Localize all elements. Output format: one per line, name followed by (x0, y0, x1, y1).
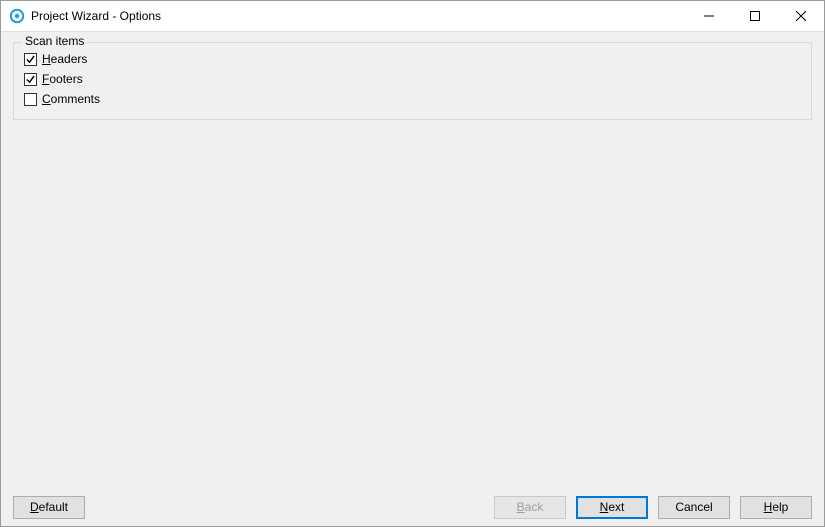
scan-items-legend: Scan items (22, 34, 87, 48)
footers-label: Footers (42, 72, 83, 86)
button-bar: Default Back Next Cancel Help (1, 488, 824, 526)
next-button[interactable]: Next (576, 496, 648, 519)
comments-checkbox[interactable] (24, 93, 37, 106)
maximize-button[interactable] (732, 1, 778, 31)
window-root: Project Wizard - Options Scan items (0, 0, 825, 527)
scan-items-group: Scan items Headers Footers (13, 42, 812, 120)
minimize-button[interactable] (686, 1, 732, 31)
footers-checkbox[interactable] (24, 73, 37, 86)
help-button[interactable]: Help (740, 496, 812, 519)
comments-label: Comments (42, 92, 100, 106)
headers-label: Headers (42, 52, 87, 66)
footers-checkbox-row[interactable]: Footers (24, 70, 100, 88)
close-button[interactable] (778, 1, 824, 31)
default-button[interactable]: Default (13, 496, 85, 519)
cancel-button[interactable]: Cancel (658, 496, 730, 519)
titlebar: Project Wizard - Options (1, 1, 824, 32)
comments-checkbox-row[interactable]: Comments (24, 90, 100, 108)
window-title: Project Wizard - Options (31, 9, 161, 23)
app-icon (9, 8, 25, 24)
client-area: Scan items Headers Footers (1, 32, 824, 526)
headers-checkbox[interactable] (24, 53, 37, 66)
headers-checkbox-row[interactable]: Headers (24, 50, 100, 68)
back-button[interactable]: Back (494, 496, 566, 519)
